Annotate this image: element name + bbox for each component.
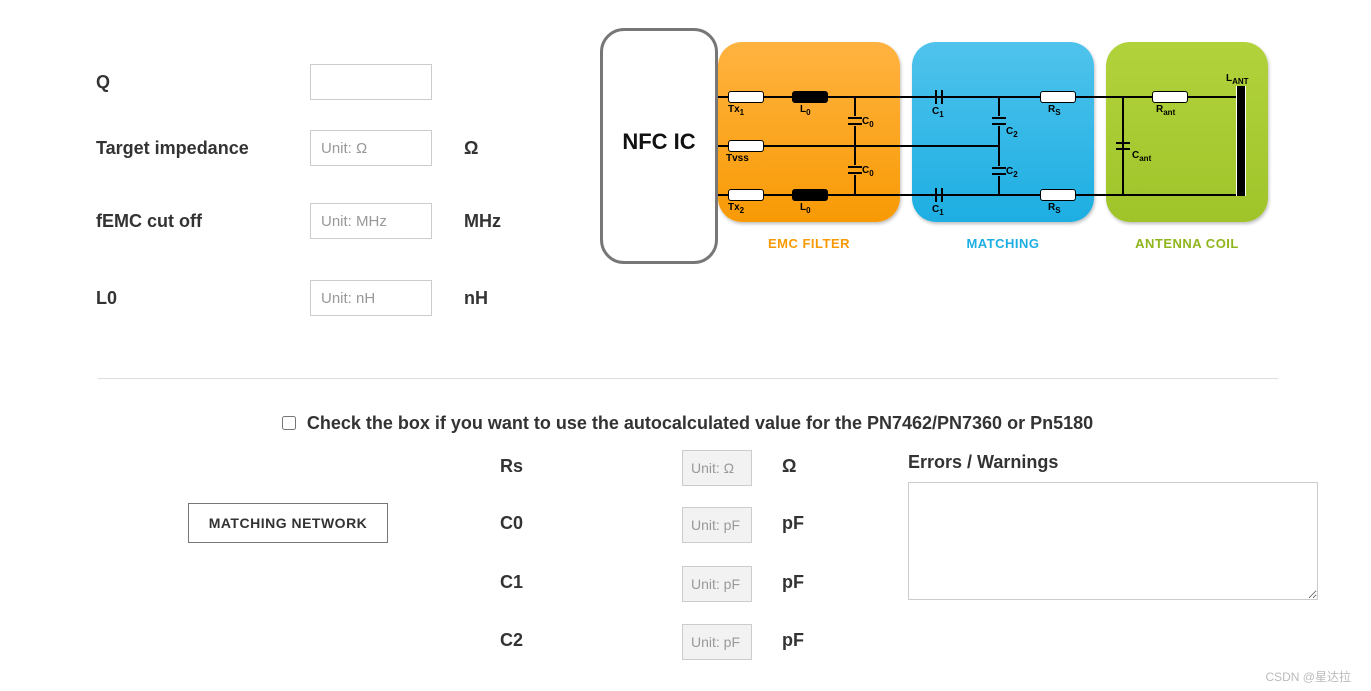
comp-c0-bot: [848, 163, 862, 177]
q-input[interactable]: [310, 64, 432, 100]
label-tx2: Tx2: [728, 202, 744, 215]
autocalc-text: Check the box if you want to use the aut…: [307, 413, 1093, 433]
l0-input[interactable]: [310, 280, 432, 316]
c2-output[interactable]: [682, 624, 752, 660]
label-rs-bot: RS: [1048, 202, 1061, 215]
comp-c0-top: [848, 114, 862, 128]
page-root: Q Target impedance Ω fEMC cut off MHz L0…: [0, 0, 1371, 691]
autocalc-row: Check the box if you want to use the aut…: [0, 412, 1371, 434]
watermark: CSDN @星达拉: [1265, 668, 1351, 685]
errors-warnings-box[interactable]: [908, 482, 1318, 600]
param-unit-l0: nH: [464, 288, 488, 309]
label-l0-bot: L0: [800, 202, 811, 215]
param-row-femc: fEMC cut off MHz: [0, 201, 600, 245]
out-label-rs: Rs: [500, 456, 523, 477]
label-c2-bot: C2: [1006, 166, 1018, 179]
comp-tx2: [728, 189, 764, 201]
errors-warnings-title: Errors / Warnings: [908, 452, 1058, 473]
wire-c0d: [854, 175, 856, 195]
femc-cutoff-input[interactable]: [310, 203, 432, 239]
out-row-c2: C2 pF: [0, 620, 900, 664]
wire-c0c: [854, 145, 856, 165]
comp-rant: [1152, 91, 1188, 103]
c1-output[interactable]: [682, 566, 752, 602]
caption-ant: ANTENNA COIL: [1106, 236, 1268, 251]
param-row-q: Q: [0, 62, 600, 106]
autocalc-checkbox[interactable]: [282, 416, 296, 430]
label-lant: LANT: [1226, 73, 1249, 86]
label-c2-top: C2: [1006, 126, 1018, 139]
out-unit-rs: Ω: [782, 456, 796, 477]
comp-c1-bot: [932, 188, 946, 202]
label-tvss: Tvss: [726, 153, 749, 164]
nfc-ic-label: NFC IC: [603, 129, 715, 155]
label-c0-top: C0: [862, 116, 874, 129]
target-impedance-input[interactable]: [310, 130, 432, 166]
circuit-diagram: NFC IC EMC FILTER MATCHING ANTENNA COIL …: [600, 38, 1280, 278]
wire-c2a: [998, 96, 1000, 116]
label-c0-bot: C0: [862, 165, 874, 178]
label-l0-top: L0: [800, 104, 811, 117]
nfc-ic-box: NFC IC: [600, 28, 718, 264]
label-cant: Cant: [1132, 150, 1151, 163]
label-c1-bot: C1: [932, 204, 944, 217]
out-unit-c2: pF: [782, 630, 804, 651]
label-rant: Rant: [1156, 104, 1175, 117]
param-label-l0: L0: [96, 288, 117, 309]
param-unit-zt: Ω: [464, 138, 478, 159]
comp-c1-top: [932, 90, 946, 104]
param-label-zt: Target impedance: [96, 138, 249, 159]
out-row-c0: C0 pF: [0, 503, 900, 547]
wire-c2b: [998, 176, 1000, 196]
wire-c2-tap: [898, 145, 1000, 147]
autocalc-label[interactable]: Check the box if you want to use the aut…: [278, 413, 1093, 433]
out-label-c1: C1: [500, 572, 523, 593]
out-unit-c1: pF: [782, 572, 804, 593]
comp-c2-top: [992, 114, 1006, 128]
comp-rs-top: [1040, 91, 1076, 103]
rs-output[interactable]: [682, 450, 752, 486]
label-rs-top: RS: [1048, 104, 1061, 117]
comp-rs-bot: [1040, 189, 1076, 201]
out-row-rs: Rs Ω: [0, 446, 900, 490]
wire-c0a: [854, 96, 856, 116]
wire-c0b: [854, 126, 856, 146]
comp-tx1: [728, 91, 764, 103]
comp-lant: [1236, 86, 1246, 196]
caption-match: MATCHING: [912, 236, 1094, 251]
param-label-femc: fEMC cut off: [96, 211, 202, 232]
label-tx1: Tx1: [728, 104, 744, 117]
out-label-c2: C2: [500, 630, 523, 651]
comp-l0-bot: [792, 189, 828, 201]
out-unit-c0: pF: [782, 513, 804, 534]
param-row-l0: L0 nH: [0, 278, 600, 322]
comp-l0-top: [792, 91, 828, 103]
param-row-target-impedance: Target impedance Ω: [0, 128, 600, 172]
comp-cant: [1116, 139, 1130, 153]
caption-emc: EMC FILTER: [718, 236, 900, 251]
label-c1-top: C1: [932, 106, 944, 119]
out-label-c0: C0: [500, 513, 523, 534]
out-row-c1: C1 pF: [0, 562, 900, 606]
comp-c2-bot: [992, 164, 1006, 178]
comp-tvss: [728, 140, 764, 152]
divider: [98, 378, 1278, 379]
param-label-q: Q: [96, 72, 110, 93]
c0-output[interactable]: [682, 507, 752, 543]
param-unit-femc: MHz: [464, 211, 501, 232]
